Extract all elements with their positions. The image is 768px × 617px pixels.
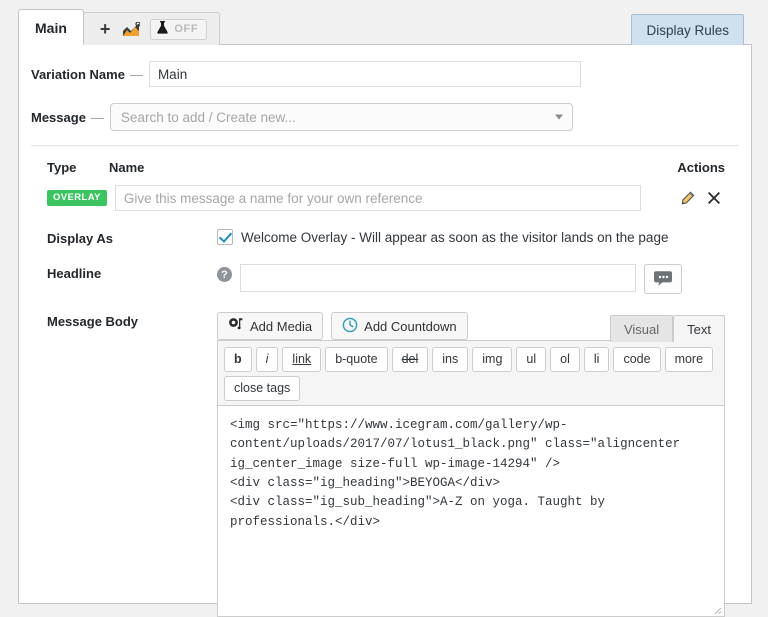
pencil-edit-icon[interactable] <box>680 190 695 206</box>
display-as-label: Display As <box>47 231 113 246</box>
variation-name-row: Variation Name — <box>19 61 751 87</box>
quicktag-ol[interactable]: ol <box>550 347 580 372</box>
table-row: OVERLAY <box>47 185 725 211</box>
quicktag-b[interactable]: b <box>224 347 252 372</box>
clock-icon <box>342 317 358 336</box>
editor-mode-tabs: Visual Text <box>609 315 725 342</box>
message-body-content: <img src="https://www.icegram.com/galler… <box>230 417 681 529</box>
headline-row: Headline ? <box>47 264 725 294</box>
tab-visual-label: Visual <box>623 321 660 337</box>
question-help-icon[interactable]: ? <box>217 267 232 282</box>
quicktag-ul[interactable]: ul <box>516 347 547 372</box>
table-header-row: Type Name Actions <box>47 160 725 179</box>
message-settings-form: Display As Welcome Overlay - Will appear… <box>19 229 751 617</box>
quicktags-toolbar: b i link b-quote del ins img ul ol li co… <box>217 340 725 405</box>
headline-label: Headline <box>47 266 102 281</box>
message-body-textarea[interactable]: <img src="https://www.icegram.com/galler… <box>217 404 725 617</box>
wp-editor: Add Media Add Countdown Visual Text b i … <box>217 312 725 617</box>
quicktag-link[interactable]: link <box>282 347 322 372</box>
tab-text-label: Text <box>687 321 711 337</box>
quicktag-b-quote[interactable]: b-quote <box>325 347 388 372</box>
welcome-overlay-label: Welcome Overlay - Will appear as soon as… <box>241 229 669 245</box>
tab-main-label: Main <box>35 19 67 36</box>
add-countdown-label: Add Countdown <box>364 318 457 334</box>
display-as-option[interactable]: Welcome Overlay - Will appear as soon as… <box>217 229 668 245</box>
message-list-table: Type Name Actions OVERLAY <box>19 160 751 211</box>
quicktag-del[interactable]: del <box>391 347 429 372</box>
quicktag-code[interactable]: code <box>613 347 661 372</box>
column-header-name: Name <box>109 160 145 175</box>
tab-visual[interactable]: Visual <box>609 315 674 342</box>
add-countdown-button[interactable]: Add Countdown <box>331 312 468 340</box>
quicktag-li[interactable]: li <box>583 347 610 372</box>
chevron-down-icon <box>554 114 563 120</box>
quicktag-img[interactable]: img <box>472 347 513 372</box>
ab-test-toggle[interactable]: OFF <box>150 18 208 40</box>
analytics-chart-icon[interactable] <box>122 21 141 37</box>
variation-tab-strip: Main + OFF <box>18 9 221 45</box>
variation-panel: Variation Name — Message — Search to add… <box>18 44 752 617</box>
variation-name-input[interactable] <box>148 61 581 87</box>
variation-name-label: Variation Name <box>31 66 125 82</box>
icegram-campaign-editor: Main + OFF Display Rules Variation Name … <box>0 0 768 617</box>
editor-toolbar-top: Add Media Add Countdown Visual Text <box>217 312 725 342</box>
message-name-input[interactable] <box>114 185 641 211</box>
speech-bubble-icon[interactable] <box>644 264 682 294</box>
message-select-dash: — <box>90 109 104 125</box>
section-divider <box>31 145 739 146</box>
add-media-button[interactable]: Add Media <box>217 312 324 340</box>
status-badge: OVERLAY <box>47 190 107 206</box>
tab-main[interactable]: Main <box>18 9 84 45</box>
tab-text[interactable]: Text <box>673 315 725 342</box>
add-media-label: Add Media <box>250 318 313 334</box>
message-search-select[interactable]: Search to add / Create new... <box>109 103 573 131</box>
display-as-row: Display As Welcome Overlay - Will appear… <box>47 229 725 246</box>
close-x-icon[interactable] <box>707 191 721 205</box>
variation-name-dash: — <box>129 66 143 82</box>
headline-input[interactable] <box>240 264 636 292</box>
column-header-actions: Actions <box>677 160 725 175</box>
quicktag-close-tags[interactable]: close tags <box>224 375 301 401</box>
quicktag-more[interactable]: more <box>664 347 714 372</box>
column-header-type: Type <box>47 160 77 175</box>
quicktag-ins[interactable]: ins <box>432 347 469 372</box>
message-select-label: Message <box>31 109 86 125</box>
display-rules-label: Display Rules <box>646 22 729 38</box>
headline-controls: ? <box>217 264 725 294</box>
tab-tools-group: + OFF <box>82 12 221 45</box>
message-select-row: Message — Search to add / Create new... <box>19 103 751 131</box>
lab-flask-icon <box>156 20 169 38</box>
row-actions <box>651 190 725 206</box>
display-rules-button[interactable]: Display Rules <box>631 14 744 45</box>
message-body-label: Message Body <box>47 314 139 329</box>
message-body-row: Message Body Add Media Add Countdown Vis… <box>47 312 725 617</box>
quicktag-i[interactable]: i <box>255 347 279 372</box>
ab-test-state-label: OFF <box>174 23 199 35</box>
add-variation-button[interactable]: + <box>98 20 113 38</box>
message-search-placeholder: Search to add / Create new... <box>120 109 296 125</box>
media-camera-icon <box>228 317 244 335</box>
welcome-overlay-checkbox[interactable] <box>217 229 233 245</box>
